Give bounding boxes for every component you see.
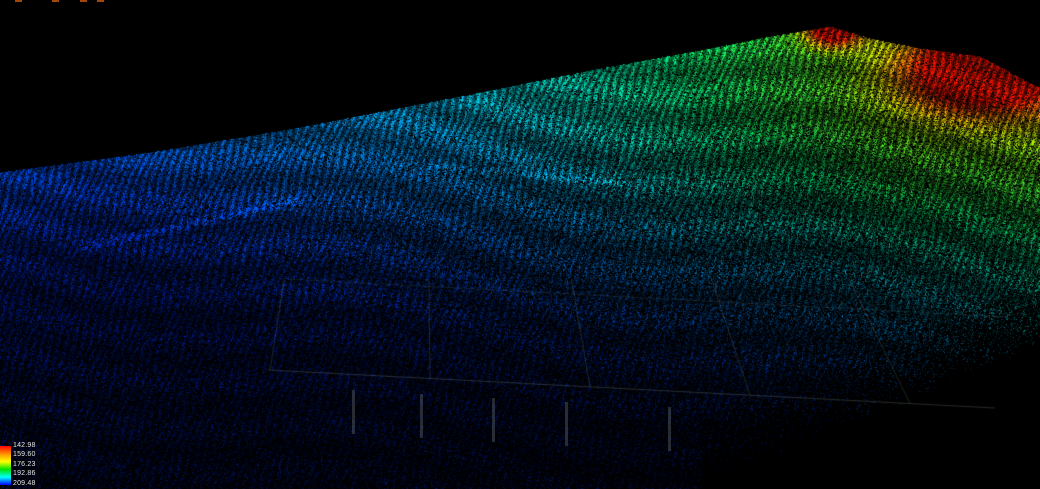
colorbar-tick: 192.86 [13, 469, 36, 478]
colorbar-tick: 159.60 [13, 450, 36, 459]
toolbar-fragments [0, 0, 120, 3]
toolbar-icon-fragment[interactable] [80, 0, 87, 2]
colorbar-tick-labels: 142.98 159.60 176.23 192.86 209.48 [13, 441, 36, 488]
colorbar-tick: 142.98 [13, 441, 36, 450]
colorbar-gradient [0, 446, 11, 485]
viewport-3d[interactable]: 142.98 159.60 176.23 192.86 209.48 [0, 0, 1040, 489]
colorbar-tick: 209.48 [13, 479, 36, 488]
colorbar-tick: 176.23 [13, 460, 36, 469]
toolbar-icon-fragment[interactable] [97, 0, 104, 2]
color-scale-legend: 142.98 159.60 176.23 192.86 209.48 [0, 441, 36, 488]
point-cloud-canvas[interactable] [0, 0, 1040, 489]
toolbar-icon-fragment[interactable] [52, 0, 59, 2]
toolbar-icon-fragment[interactable] [15, 0, 22, 2]
